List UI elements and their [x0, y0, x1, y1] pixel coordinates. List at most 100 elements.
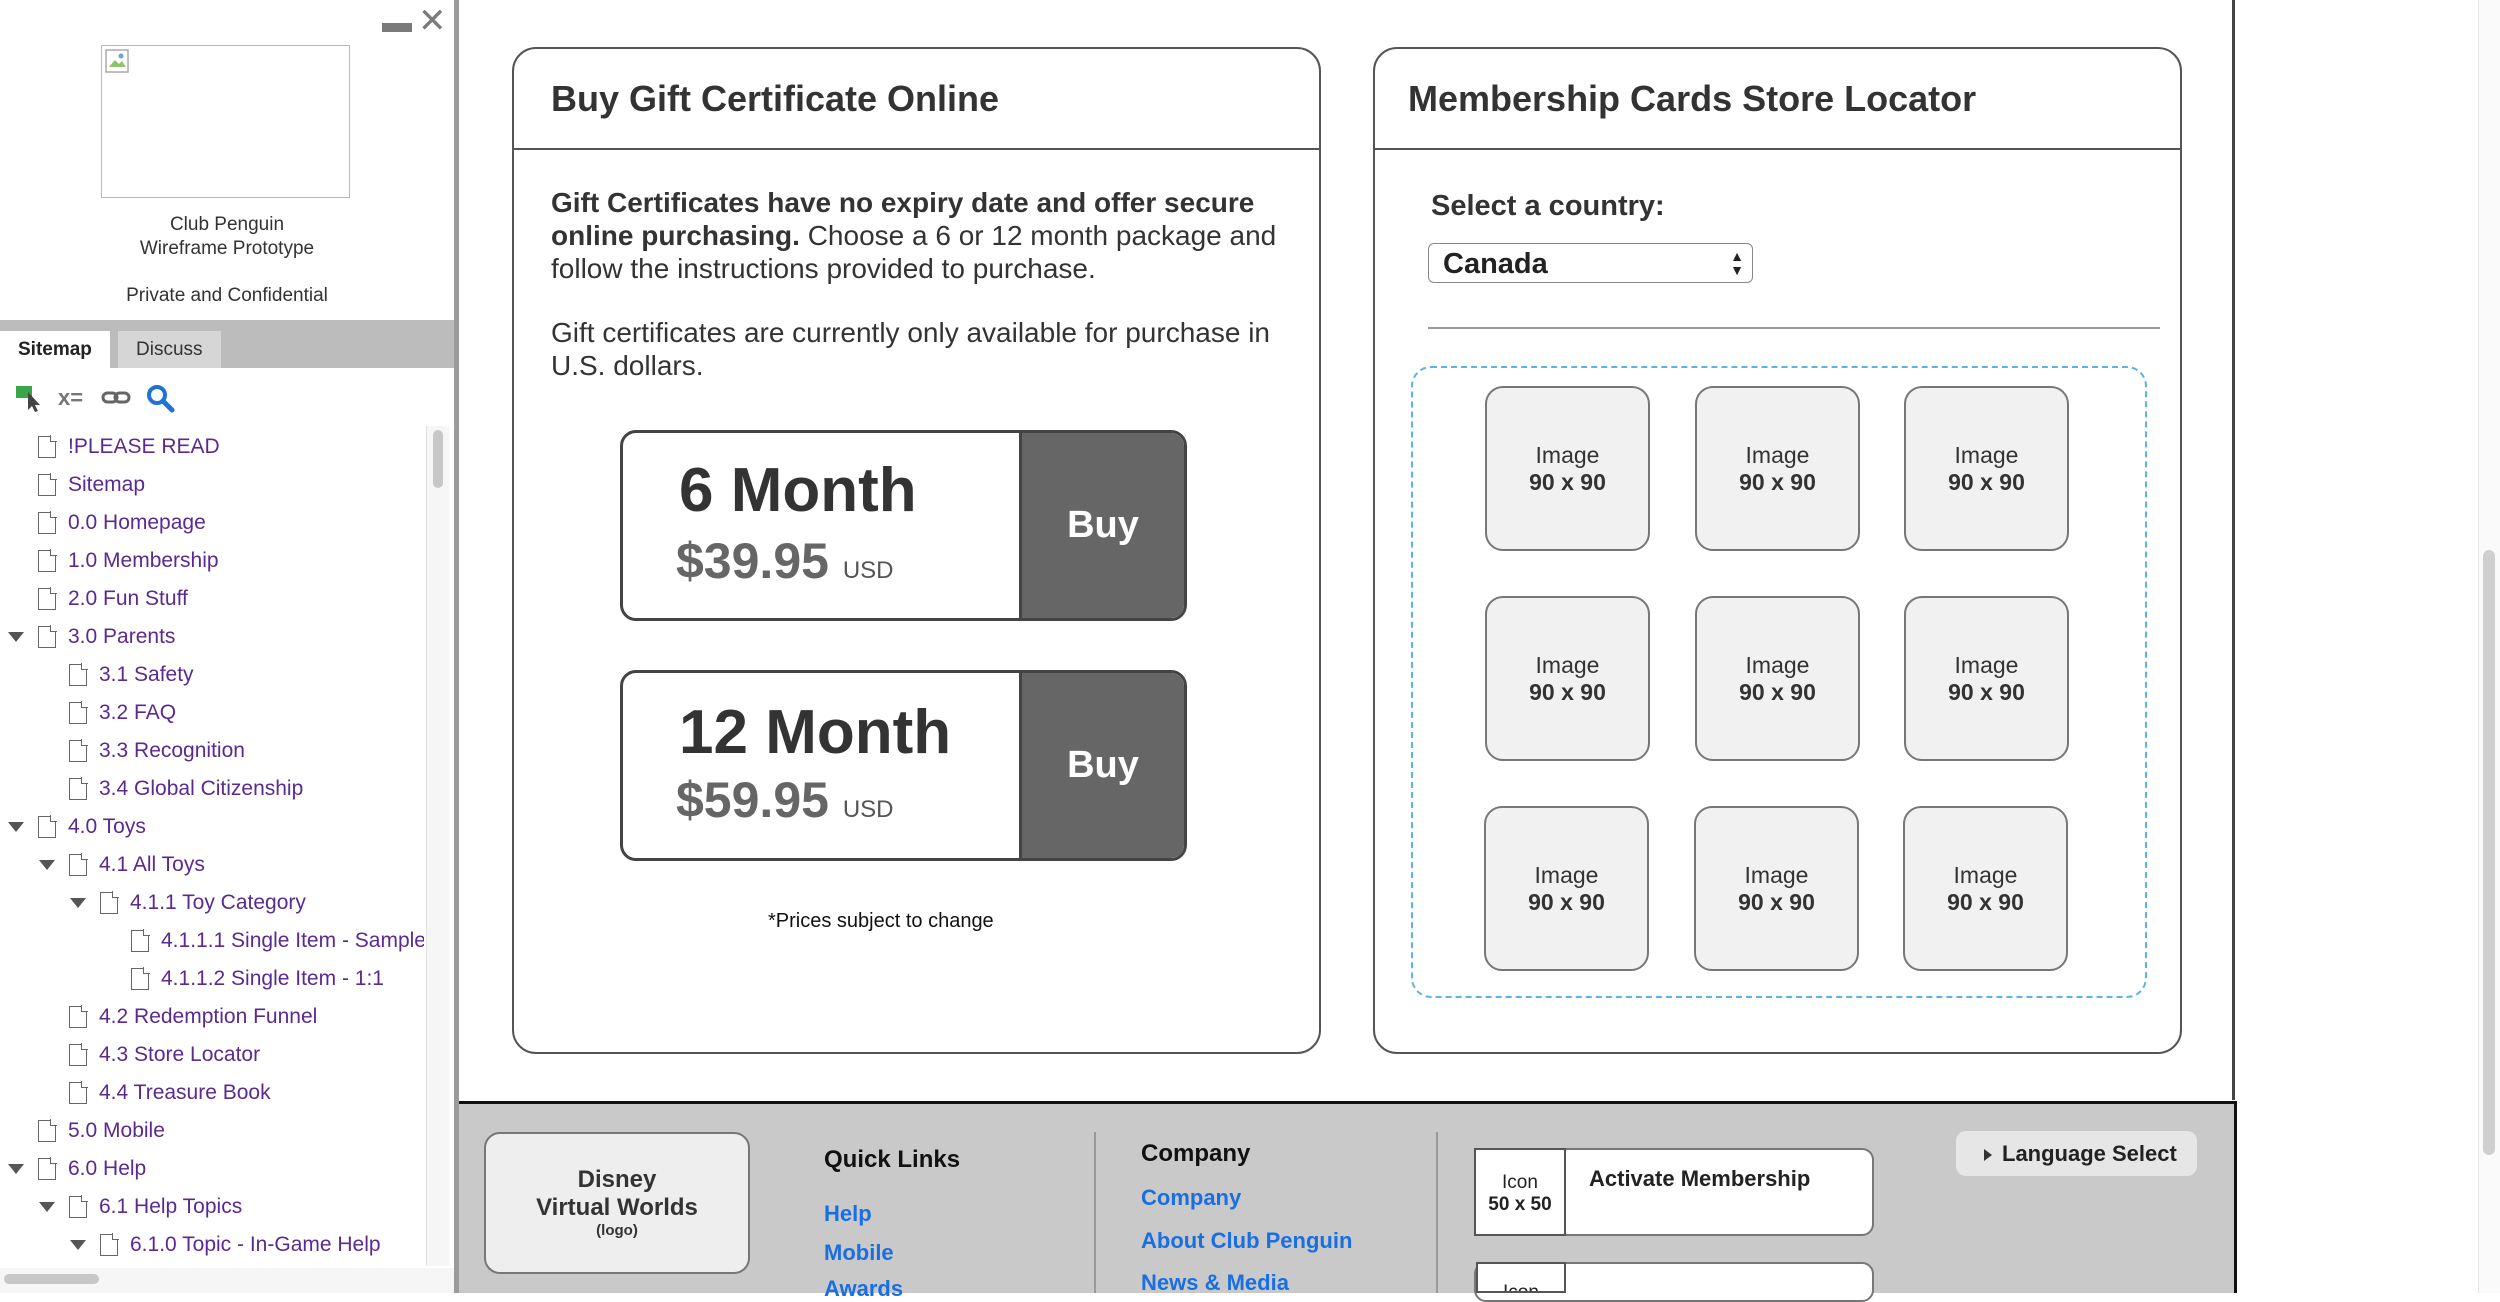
- tree-item[interactable]: 4.1.1 Toy Category: [70, 884, 306, 922]
- page-icon: [38, 587, 57, 611]
- page-icon: [38, 435, 57, 459]
- tree-item[interactable]: 4.0 Toys: [8, 808, 146, 846]
- gift-currency-note: Gift certificates are currently only ava…: [551, 317, 1270, 381]
- page-icon: [38, 625, 57, 649]
- disney-virtual-worlds-logo[interactable]: Disney Virtual Worlds (logo): [484, 1132, 750, 1274]
- collapse-arrow-icon[interactable]: [8, 1164, 24, 1175]
- collapse-arrow-icon[interactable]: [39, 860, 55, 871]
- footer-link-help[interactable]: Help: [824, 1201, 872, 1227]
- store-panel-divider: [1375, 148, 2180, 150]
- page-icon: [69, 1005, 88, 1029]
- gift-panel-title: Buy Gift Certificate Online: [551, 78, 1000, 119]
- tree-item[interactable]: Sitemap: [8, 466, 145, 504]
- close-icon[interactable]: ✕: [418, 4, 447, 38]
- page-icon: [100, 1233, 119, 1257]
- package-price: $39.95 USD: [676, 533, 894, 589]
- tree-item[interactable]: 0.0 Homepage: [8, 504, 206, 542]
- page-icon: [69, 1081, 88, 1105]
- tree-item[interactable]: 3.2 FAQ: [39, 694, 176, 732]
- country-select[interactable]: Canada ▲ ▼: [1428, 243, 1753, 283]
- activate-membership-label: Activate Membership: [1589, 1166, 1811, 1191]
- page-icon: [38, 815, 57, 839]
- minimize-icon[interactable]: ▬: [382, 8, 412, 38]
- tree-item[interactable]: 3.3 Recognition: [39, 732, 245, 770]
- tree-item[interactable]: 4.1 All Toys: [39, 846, 205, 884]
- footer-divider: [1094, 1132, 1096, 1293]
- tree-item[interactable]: 6.0 Help: [8, 1150, 146, 1188]
- variables-icon[interactable]: x=: [58, 383, 83, 413]
- page-icon: [69, 777, 88, 801]
- quick-links-heading: Quick Links: [824, 1146, 961, 1173]
- project-logo-image: [101, 45, 350, 198]
- country-label: Select a country:: [1431, 190, 1665, 222]
- footer-link-mobile[interactable]: Mobile: [824, 1240, 894, 1266]
- store-image-placeholder: Image 90 x 90: [1485, 596, 1650, 761]
- collapse-arrow-icon[interactable]: [8, 822, 24, 833]
- link-icon[interactable]: [101, 383, 133, 421]
- action-icon-placeholder: Icon: [1476, 1262, 1566, 1293]
- page-icon: [69, 853, 88, 877]
- buy-12-month-button[interactable]: Buy: [1019, 673, 1184, 858]
- store-image-placeholder: Image 90 x 90: [1485, 386, 1650, 551]
- tree-item[interactable]: 3.1 Safety: [39, 656, 194, 694]
- tree-item[interactable]: 3.4 Global Citizenship: [39, 770, 303, 808]
- tree-item[interactable]: 4.1.1.2 Single Item - 1:1: [101, 960, 384, 998]
- store-image-placeholder: Image 90 x 90: [1904, 386, 2069, 551]
- prices-disclaimer: *Prices subject to change: [768, 910, 994, 932]
- store-image-placeholder: Image 90 x 90: [1903, 806, 2068, 971]
- buy-6-month-button[interactable]: Buy: [1019, 433, 1184, 618]
- page-icon: [69, 739, 88, 763]
- store-image-placeholder: Image 90 x 90: [1904, 596, 2069, 761]
- language-select-button[interactable]: Language Select: [1956, 1131, 2197, 1176]
- tab-discuss[interactable]: Discuss: [118, 331, 221, 368]
- tree-item[interactable]: 4.2 Redemption Funnel: [39, 998, 317, 1036]
- project-subtitle: Wireframe Prototype: [139, 238, 315, 259]
- tree-item[interactable]: 3.0 Parents: [8, 618, 175, 656]
- tree-item[interactable]: 6.1 Help Topics: [39, 1188, 242, 1226]
- collapse-arrow-icon[interactable]: [70, 898, 86, 909]
- store-image-placeholder: Image 90 x 90: [1484, 806, 1649, 971]
- collapse-arrow-icon[interactable]: [39, 1202, 55, 1213]
- page-icon: [131, 929, 150, 953]
- collapse-arrow-icon[interactable]: [8, 632, 24, 643]
- tree-item[interactable]: 1.0 Membership: [8, 542, 219, 580]
- tree-item[interactable]: 4.4 Treasure Book: [39, 1074, 271, 1112]
- search-icon[interactable]: [145, 383, 177, 421]
- collapse-arrow-icon[interactable]: [70, 1240, 86, 1251]
- tab-sitemap[interactable]: Sitemap: [0, 331, 110, 368]
- store-image-placeholder: Image 90 x 90: [1695, 596, 1860, 761]
- sidebar-divider[interactable]: [454, 0, 459, 1293]
- activate-icon-placeholder: Icon 50 x 50: [1474, 1148, 1566, 1236]
- tree-horizontal-scrollbar-thumb[interactable]: [4, 1274, 99, 1284]
- footer-link-news-media[interactable]: News & Media: [1141, 1270, 1289, 1296]
- tree-item[interactable]: !PLEASE READ: [8, 428, 220, 466]
- tree-item[interactable]: 4.3 Store Locator: [39, 1036, 260, 1074]
- store-image-placeholder: Image 90 x 90: [1694, 806, 1859, 971]
- page-icon: [131, 967, 150, 991]
- footer-link-about[interactable]: About Club Penguin: [1141, 1228, 1352, 1254]
- sitemap-tree: !PLEASE READ Sitemap 0.0 Homepage 1.0 Me…: [0, 426, 424, 1266]
- select-page-icon[interactable]: [14, 383, 46, 421]
- page-icon: [69, 1195, 88, 1219]
- gift-panel-divider: [514, 148, 1319, 150]
- footer-link-awards[interactable]: Awards: [824, 1276, 903, 1302]
- project-name: Club Penguin: [169, 214, 285, 235]
- page-icon: [38, 511, 57, 535]
- tree-item[interactable]: 6.1.0 Topic - In-Game Help: [70, 1226, 381, 1264]
- store-panel-title: Membership Cards Store Locator: [1408, 78, 1977, 119]
- page-icon: [100, 891, 119, 915]
- confidentiality-note: Private and Confidential: [126, 285, 328, 306]
- tree-scrollbar[interactable]: [426, 426, 449, 1266]
- tree-item[interactable]: 5.0 Mobile: [8, 1112, 165, 1150]
- page-icon: [38, 1119, 57, 1143]
- tree-scrollbar-thumb[interactable]: [433, 430, 443, 488]
- tree-item[interactable]: 2.0 Fun Stuff: [8, 580, 188, 618]
- page-scrollbar-thumb[interactable]: [2483, 550, 2495, 1155]
- footer-link-company[interactable]: Company: [1141, 1185, 1241, 1211]
- package-price: $59.95 USD: [676, 772, 894, 828]
- caret-right-icon: [1984, 1149, 1992, 1162]
- broken-image-icon: [105, 49, 129, 73]
- page-icon: [69, 701, 88, 725]
- gift-description: Gift Certificates have no expiry date an…: [551, 187, 1277, 284]
- tree-item[interactable]: 4.1.1.1 Single Item - Sample: [101, 922, 424, 960]
